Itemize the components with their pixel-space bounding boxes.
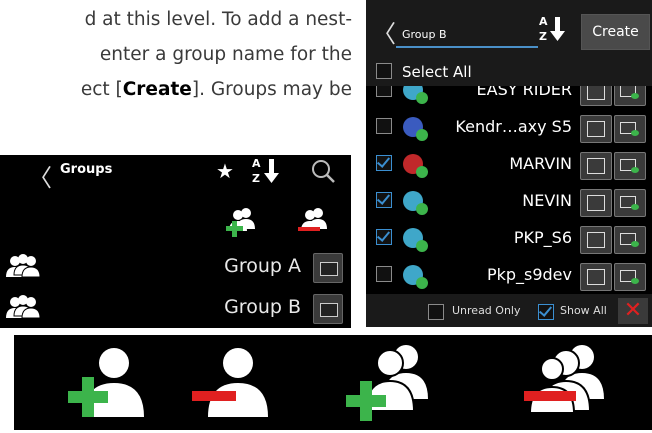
- message-button[interactable]: [614, 189, 646, 217]
- unread-only-checkbox[interactable]: [428, 304, 444, 320]
- group-row-b[interactable]: Group B: [0, 290, 351, 328]
- group-details-button[interactable]: [313, 294, 343, 324]
- group-label: Group A: [224, 255, 301, 277]
- contact-avatar-icon: [403, 86, 428, 104]
- sort-az-icon[interactable]: A Z: [538, 12, 574, 46]
- member-checkbox[interactable]: [376, 86, 392, 97]
- text-line-3-end: ]. Groups may be: [191, 79, 352, 100]
- member-checkbox[interactable]: [376, 192, 392, 208]
- member-row[interactable]: MARVIN: [366, 146, 652, 183]
- contact-card-button[interactable]: [580, 189, 612, 217]
- group-actions: [200, 205, 350, 239]
- contact-avatar-icon: [403, 228, 428, 252]
- select-all-checkbox[interactable]: [376, 63, 392, 79]
- contact-avatar-icon: [403, 117, 428, 141]
- select-all-row[interactable]: Select All: [366, 58, 652, 86]
- group-details-button[interactable]: [313, 253, 343, 283]
- member-list: EASY RIDER Kendr…axy S5 MARVIN NEVIN PKP_S6 P…: [366, 86, 652, 294]
- message-button[interactable]: [614, 86, 646, 106]
- message-button[interactable]: [614, 152, 646, 180]
- member-row[interactable]: Pkp_s9dev: [366, 257, 652, 294]
- show-all-checkbox[interactable]: [538, 304, 554, 320]
- groups-screen: 〈 Groups ★ A Z Group A Group B: [0, 155, 351, 328]
- text-line-2: enter a group name for the: [99, 44, 352, 65]
- groups-title: Groups: [60, 162, 113, 177]
- text-line-3-start: ect [: [80, 79, 123, 100]
- remove-group-icon[interactable]: [292, 205, 332, 239]
- member-checkbox[interactable]: [376, 118, 392, 134]
- group-icon: [6, 295, 41, 319]
- member-name: Kendr…axy S5: [455, 117, 572, 136]
- sort-az-icon[interactable]: A Z: [250, 155, 290, 187]
- group-edit-screen: 〈 A Z Create Select All EASY RIDER Kendr……: [366, 0, 652, 327]
- icon-legend: [14, 335, 652, 430]
- show-all-label: Show All: [560, 304, 607, 317]
- member-name: EASY RIDER: [476, 86, 572, 99]
- contact-avatar-icon: [403, 154, 428, 178]
- contact-card-button[interactable]: [580, 86, 612, 106]
- message-button[interactable]: [614, 115, 646, 143]
- contact-card-button[interactable]: [580, 226, 612, 254]
- groups-toolbar: 〈 Groups ★ A Z: [20, 155, 351, 192]
- add-group-icon[interactable]: [222, 205, 262, 239]
- svg-text:A: A: [252, 157, 261, 170]
- manual-body-text: d at this level. To add a nest- enter a …: [0, 2, 352, 107]
- contact-card-button[interactable]: [580, 115, 612, 143]
- contact-avatar-icon: [403, 265, 428, 289]
- search-icon[interactable]: [309, 158, 339, 186]
- contact-avatar-icon: [403, 191, 428, 215]
- group-row-a[interactable]: Group A: [0, 249, 351, 287]
- add-user-icon: [68, 348, 144, 417]
- group-edit-toolbar: 〈 A Z Create: [366, 0, 652, 58]
- contact-card-button[interactable]: [580, 263, 612, 291]
- close-icon[interactable]: ✕: [618, 298, 648, 324]
- svg-text:Z: Z: [539, 30, 547, 43]
- filter-bar: Unread Only Show All ✕: [366, 294, 652, 327]
- group-name-input[interactable]: [396, 22, 538, 48]
- text-line-1: d at this level. To add a nest-: [84, 9, 352, 30]
- create-keyword: Create: [122, 79, 192, 100]
- member-row[interactable]: Kendr…axy S5: [366, 109, 652, 146]
- member-checkbox[interactable]: [376, 155, 392, 171]
- select-all-label: Select All: [402, 63, 472, 81]
- contact-card-button[interactable]: [580, 152, 612, 180]
- member-row[interactable]: PKP_S6: [366, 220, 652, 257]
- create-button[interactable]: Create: [581, 14, 650, 50]
- unread-only-label: Unread Only: [452, 304, 521, 317]
- svg-text:A: A: [539, 15, 548, 28]
- group-label: Group B: [224, 296, 301, 318]
- text-line-3: ect [Create]. Groups may be: [0, 72, 352, 107]
- add-group-icon: [346, 345, 428, 421]
- chevron-left-icon[interactable]: 〈: [28, 158, 52, 193]
- member-name: Pkp_s9dev: [486, 265, 572, 284]
- remove-group-icon: [524, 345, 604, 414]
- star-icon[interactable]: ★: [216, 159, 234, 183]
- member-checkbox[interactable]: [376, 266, 392, 282]
- member-name: NEVIN: [522, 191, 572, 210]
- remove-user-icon: [192, 348, 268, 417]
- group-icon: [6, 254, 41, 278]
- member-name: PKP_S6: [513, 228, 572, 247]
- member-checkbox[interactable]: [376, 229, 392, 245]
- svg-text:Z: Z: [252, 172, 260, 185]
- chevron-left-icon[interactable]: 〈: [372, 14, 396, 49]
- member-name: MARVIN: [509, 154, 572, 173]
- message-button[interactable]: [614, 263, 646, 291]
- member-row[interactable]: NEVIN: [366, 183, 652, 220]
- member-row[interactable]: EASY RIDER: [366, 86, 652, 109]
- message-button[interactable]: [614, 226, 646, 254]
